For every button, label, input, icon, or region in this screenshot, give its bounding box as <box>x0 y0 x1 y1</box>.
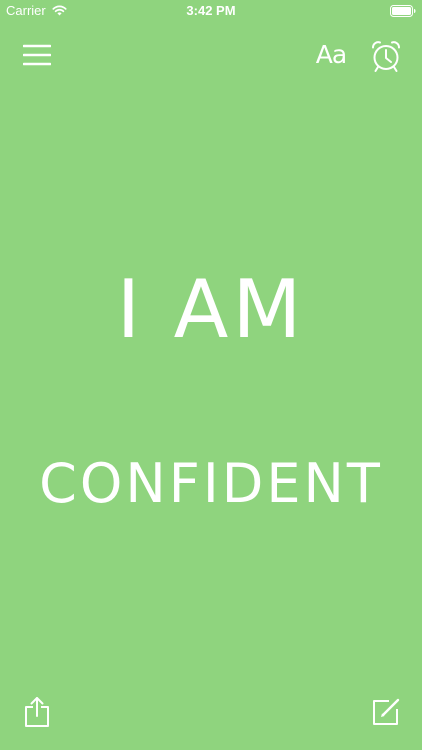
edit-button[interactable] <box>366 692 406 732</box>
edit-icon <box>373 698 400 725</box>
alarm-clock-icon <box>372 41 400 72</box>
status-time: 3:42 PM <box>186 3 236 18</box>
menu-button[interactable] <box>18 36 56 74</box>
share-icon <box>25 697 49 727</box>
share-button[interactable] <box>18 692 56 732</box>
affirmation-line-1: I AM <box>116 263 306 356</box>
reminder-button[interactable] <box>366 36 406 76</box>
affirmation-line-2: confident <box>39 452 383 515</box>
font-label: Aa <box>315 40 347 69</box>
status-bar: Carrier 3:42 PM <box>0 0 422 22</box>
battery-icon <box>390 5 416 17</box>
hamburger-menu-icon <box>23 44 51 66</box>
font-button[interactable]: Aa <box>308 36 354 74</box>
affirmation-screen: Carrier 3:42 PM Aa I AM CONFIDENT <box>0 0 422 750</box>
